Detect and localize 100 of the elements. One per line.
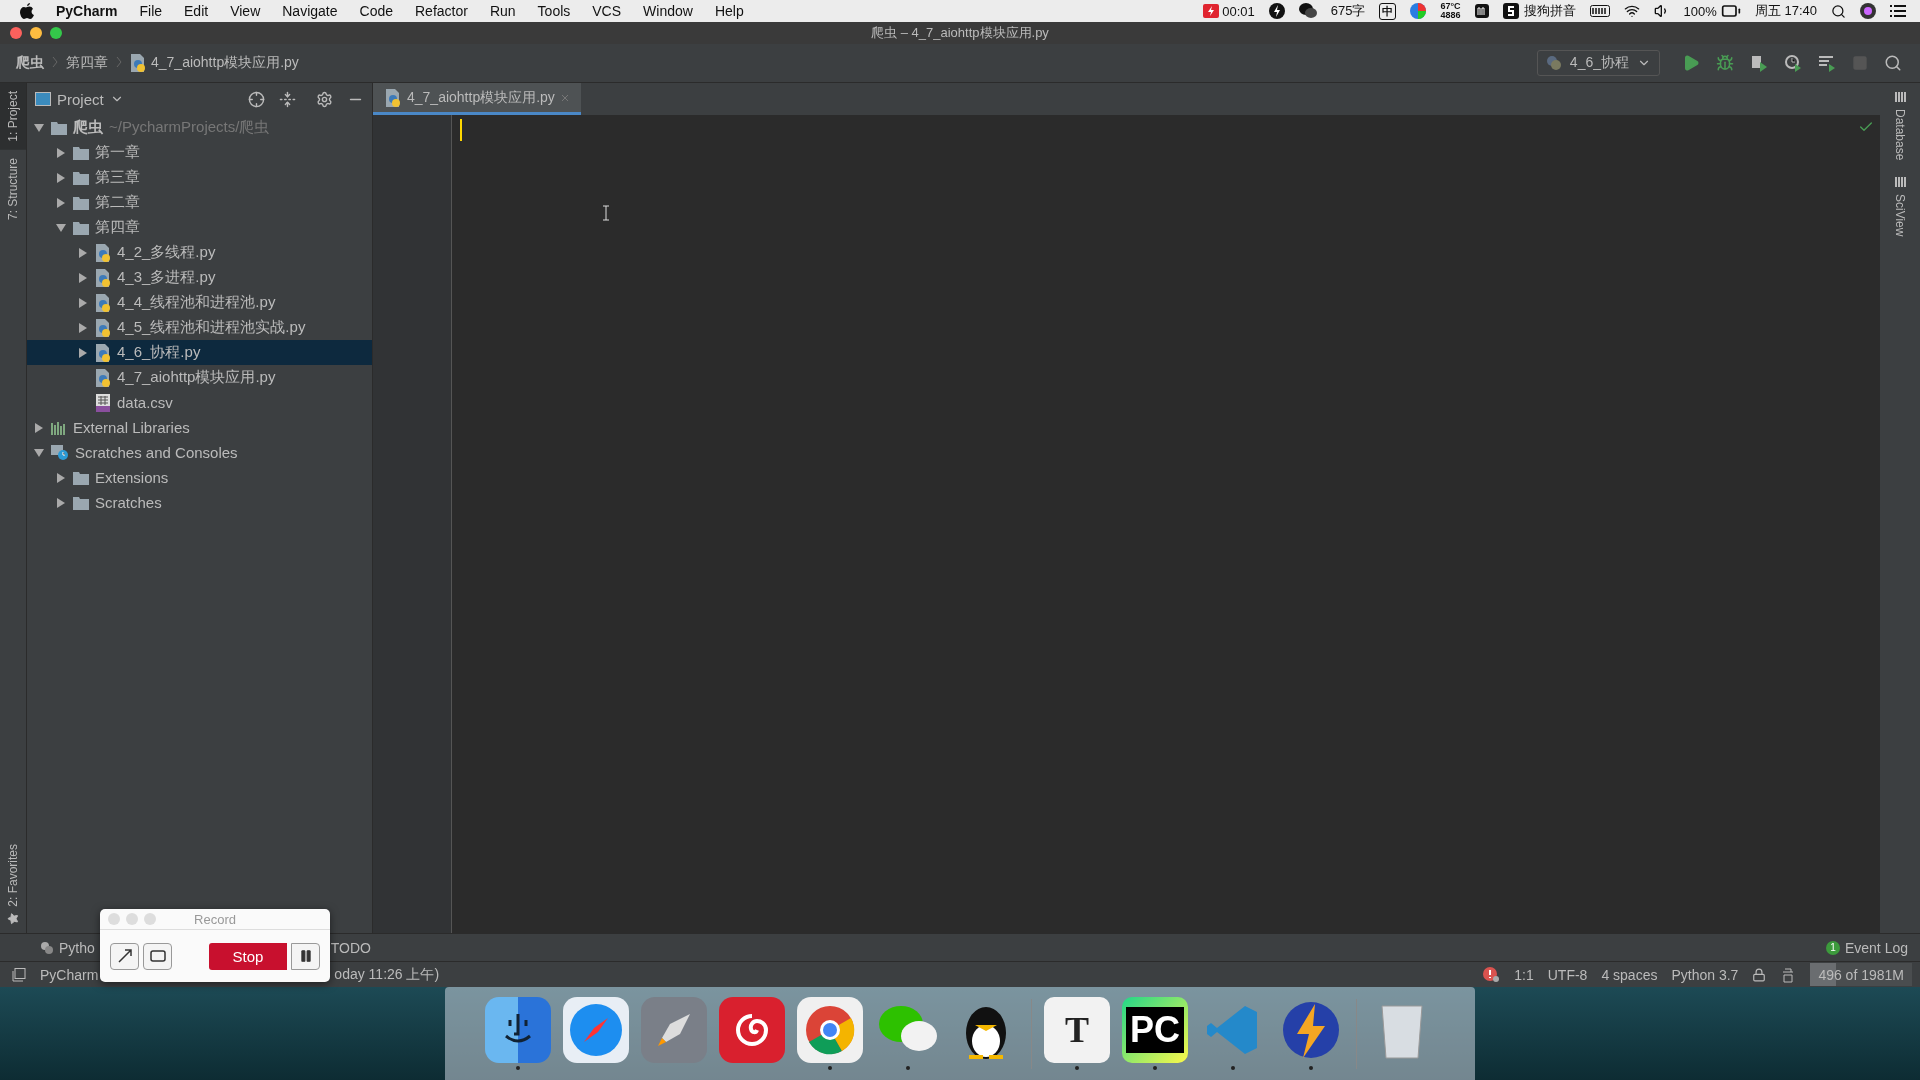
memory-indicator[interactable]: 496 of 1981M	[1810, 963, 1912, 986]
tree-item[interactable]: 爬虫 ~/PycharmProjects/爬虫	[27, 115, 372, 140]
keyboard-icon[interactable]	[1589, 5, 1610, 17]
menu-item[interactable]: Edit	[184, 3, 209, 19]
tree-item[interactable]: 4_5_线程池和进程池实战.py	[27, 315, 372, 340]
orb-icon[interactable]	[1860, 3, 1876, 19]
expanded-arrow-icon[interactable]	[34, 122, 44, 133]
collapsed-arrow-icon[interactable]	[78, 347, 88, 358]
tool-window-tab[interactable]: Database	[1890, 83, 1910, 169]
menu-item[interactable]: Run	[489, 3, 516, 19]
wifi-icon[interactable]	[1623, 3, 1640, 19]
app-icon[interactable]: PC	[1122, 997, 1188, 1063]
list-icon[interactable]	[1890, 4, 1906, 18]
interpreter[interactable]: Python 3.7	[1671, 966, 1739, 983]
stop-button[interactable]: Stop	[209, 942, 287, 970]
tree-item[interactable]: 4_7_aiohttp模块应用.py	[27, 365, 372, 390]
collapsed-arrow-icon[interactable]	[56, 172, 66, 183]
search-icon[interactable]	[1831, 3, 1846, 19]
run-button[interactable]	[1682, 54, 1700, 72]
rectangle-tool-button[interactable]	[143, 942, 172, 970]
app-icon[interactable]: T	[1044, 997, 1110, 1063]
expanded-arrow-icon[interactable]	[34, 447, 44, 458]
file-encoding[interactable]: UTF-8	[1547, 966, 1588, 983]
search-button[interactable]	[1884, 54, 1902, 72]
menu-item[interactable]: Help	[714, 3, 744, 19]
collapsed-arrow-icon[interactable]	[78, 272, 88, 283]
lightning-icon[interactable]	[1268, 3, 1285, 19]
collapsed-arrow-icon[interactable]	[56, 472, 66, 483]
tree-item[interactable]: 第一章	[27, 140, 372, 165]
menu-item[interactable]: Tools	[537, 3, 571, 19]
lock-icon[interactable]	[1752, 967, 1767, 982]
menu-item[interactable]: Navigate	[282, 3, 338, 19]
tree-item[interactable]: 第三章	[27, 165, 372, 190]
square-glyph-icon[interactable]	[1474, 4, 1489, 18]
indent-setting[interactable]: 4 spaces	[1601, 966, 1658, 983]
tool-window-tab[interactable]: 7: Structure	[0, 149, 26, 228]
tool-window-tab[interactable]: SciView	[1890, 168, 1910, 245]
menu-item[interactable]: View	[230, 3, 261, 19]
pause-button[interactable]	[291, 942, 320, 970]
collapsed-arrow-icon[interactable]	[78, 297, 88, 308]
locate-icon[interactable]	[248, 90, 265, 108]
collapsed-arrow-icon[interactable]	[56, 147, 66, 158]
breadcrumb-item[interactable]: 爬虫	[16, 54, 44, 72]
alert-icon[interactable]	[1482, 966, 1501, 983]
collapsed-arrow-icon[interactable]	[78, 247, 88, 258]
color-wheel-icon[interactable]	[1410, 3, 1427, 19]
zoom-button[interactable]	[50, 27, 62, 39]
menu-item[interactable]: Code	[359, 3, 393, 19]
menu-item[interactable]: Window	[643, 3, 693, 19]
breadcrumb-item[interactable]: 4_7_aiohttp模块应用.py	[151, 54, 299, 72]
arrow-tool-button[interactable]	[110, 942, 139, 970]
collapsed-arrow-icon[interactable]	[56, 497, 66, 508]
tree-item[interactable]: Scratches	[27, 490, 372, 515]
collapsed-arrow-icon[interactable]	[78, 322, 88, 333]
chat-bubbles-icon[interactable]	[1298, 3, 1317, 19]
tool-window-tab[interactable]: TODO	[330, 939, 371, 956]
settings-icon[interactable]	[316, 90, 333, 108]
event-log-tab[interactable]: 1 Event Log	[1825, 939, 1908, 956]
menu-item[interactable]: VCS	[592, 3, 622, 19]
concurrency-button[interactable]	[1818, 54, 1836, 72]
debug-button[interactable]	[1716, 54, 1734, 72]
input-mode[interactable]: 中	[1379, 2, 1397, 20]
tree-item[interactable]: 4_4_线程池和进程池.py	[27, 290, 372, 315]
python-file-icon	[95, 243, 111, 262]
s-logo-icon[interactable]	[1502, 3, 1519, 19]
circle-logo-icon[interactable]	[804, 1004, 856, 1056]
record-icon[interactable]	[1203, 4, 1220, 18]
breadcrumb-item[interactable]: 第四章	[66, 54, 108, 72]
clock[interactable]: 周五 17:40	[1754, 2, 1817, 20]
app-menu[interactable]: PyCharm	[56, 3, 118, 19]
tool-window-tab[interactable]: Pytho	[40, 939, 95, 956]
panel-toggle-icon[interactable]	[12, 967, 26, 982]
compass-icon[interactable]	[568, 1002, 624, 1058]
close-button[interactable]	[10, 27, 22, 39]
profile-button[interactable]	[1784, 54, 1802, 72]
run-configuration-dropdown[interactable]: 4_6_协程	[1536, 50, 1660, 76]
tree-item[interactable]: 4_3_多进程.py	[27, 265, 372, 290]
tree-item[interactable]: External Libraries	[27, 415, 372, 440]
menu-item[interactable]: Refactor	[415, 3, 468, 19]
tool-window-tab[interactable]: 1: Project	[0, 83, 26, 150]
apple-icon[interactable]	[20, 3, 34, 19]
editor-tab[interactable]: 4_7_aiohttp模块应用.py	[373, 83, 581, 115]
minimize-button[interactable]	[30, 27, 42, 39]
tree-item[interactable]: 第二章	[27, 190, 372, 215]
tree-item[interactable]: 4_2_多线程.py	[27, 240, 372, 265]
cursor-position[interactable]: 1:1	[1514, 966, 1534, 983]
tree-item[interactable]: data.csv	[27, 390, 372, 415]
collapsed-arrow-icon[interactable]	[34, 422, 44, 433]
expanded-arrow-icon[interactable]	[56, 222, 66, 233]
collapse-all-icon[interactable]	[279, 90, 296, 108]
tool-window-tab[interactable]: 2: Favorites	[0, 836, 26, 933]
input-method-name[interactable]: 搜狗拼音	[1523, 2, 1576, 20]
coverage-button[interactable]	[1750, 54, 1768, 72]
tree-item[interactable]: 4_6_协程.py	[27, 340, 372, 365]
collapsed-arrow-icon[interactable]	[56, 197, 66, 208]
tree-item[interactable]: Extensions	[27, 465, 372, 490]
menu-item[interactable]: File	[139, 3, 163, 19]
panel-title[interactable]: Project	[35, 90, 124, 108]
tree-item[interactable]: Scratches and Consoles	[27, 440, 372, 465]
tree-item[interactable]: 第四章	[27, 215, 372, 240]
